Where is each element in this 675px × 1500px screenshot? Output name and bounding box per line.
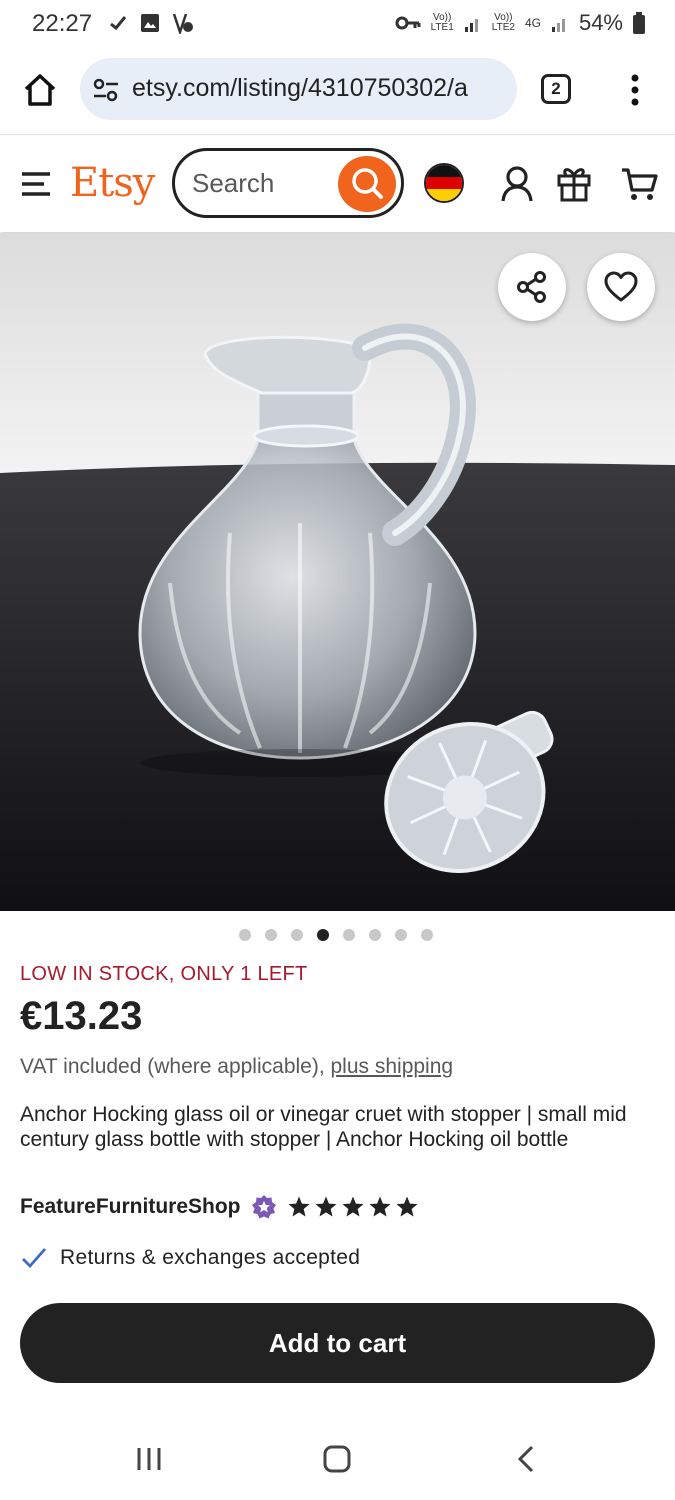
star-seller-badge-icon	[251, 1195, 276, 1219]
favorite-button[interactable]	[587, 253, 655, 321]
recent-apps-icon[interactable]	[135, 1446, 163, 1472]
heart-icon	[604, 271, 638, 302]
star-icon	[315, 1196, 337, 1217]
star-icon	[288, 1196, 310, 1217]
status-icons-right: Vo)) LTE1 Vo)) LTE2 4G 54%	[395, 10, 645, 36]
check-icon	[110, 16, 127, 31]
search-button[interactable]	[338, 156, 396, 212]
gift-icon[interactable]	[556, 164, 592, 202]
back-icon[interactable]	[514, 1444, 538, 1474]
carousel-dot[interactable]	[343, 929, 355, 941]
network-label: 4G	[524, 16, 541, 30]
cart-icon[interactable]	[620, 166, 658, 202]
price: €13.23	[20, 994, 143, 1038]
etsy-logo[interactable]: Etsy	[70, 160, 155, 206]
hamburger-menu-icon[interactable]	[20, 170, 52, 198]
shipping-link[interactable]: plus shipping	[331, 1055, 454, 1078]
status-icons-left	[108, 12, 194, 34]
vpn-icon	[172, 13, 193, 34]
share-button[interactable]	[498, 253, 566, 321]
star-icon	[396, 1196, 418, 1217]
key-icon	[395, 16, 421, 30]
carousel-dot[interactable]	[239, 929, 251, 941]
status-time: 22:27	[32, 10, 93, 37]
checkmark-icon	[22, 1248, 47, 1269]
vat-info: VAT included (where applicable), plus sh…	[20, 1055, 453, 1079]
returns-row: Returns & exchanges accepted	[20, 1244, 360, 1272]
vat-text: VAT included (where applicable),	[20, 1055, 331, 1078]
account-icon[interactable]	[500, 165, 534, 203]
search-input[interactable]	[192, 166, 332, 200]
carousel-dot[interactable]	[369, 929, 381, 941]
add-to-cart-button[interactable]: Add to cart	[20, 1303, 655, 1383]
carousel-dot[interactable]	[421, 929, 433, 941]
home-nav-icon[interactable]	[322, 1444, 352, 1474]
carousel-dot-active[interactable]	[317, 929, 329, 941]
battery-text: 54%	[578, 10, 623, 35]
battery-icon	[633, 12, 645, 34]
star-icon	[369, 1196, 391, 1217]
stock-notice: LOW IN STOCK, ONLY 1 LEFT	[20, 963, 308, 985]
signal-icon-2	[551, 19, 565, 32]
carousel-dot[interactable]	[265, 929, 277, 941]
rating-stars[interactable]	[287, 1195, 419, 1219]
sim2-label: Vo)) LTE2	[491, 12, 515, 33]
image-carousel-dots	[239, 929, 433, 941]
product-image[interactable]	[0, 233, 675, 911]
carousel-dot[interactable]	[395, 929, 407, 941]
image-icon	[141, 14, 159, 32]
browser-menu-icon[interactable]	[620, 72, 650, 108]
carousel-dot[interactable]	[291, 929, 303, 941]
sim1-label: Vo)) LTE1	[430, 12, 454, 33]
tab-switcher-button[interactable]: 2	[541, 74, 571, 104]
returns-text: Returns & exchanges accepted	[60, 1246, 361, 1269]
region-flag-icon[interactable]	[424, 163, 464, 203]
search-icon	[352, 168, 383, 199]
share-icon	[517, 271, 546, 303]
shop-row: FeatureFurnitureShop	[20, 1194, 419, 1220]
product-title: Anchor Hocking glass oil or vinegar crue…	[20, 1103, 627, 1151]
signal-icon	[464, 19, 478, 32]
url-text[interactable]: etsy.com/listing/4310750302/a	[132, 74, 507, 103]
site-settings-icon[interactable]	[92, 76, 120, 104]
star-icon	[342, 1196, 364, 1217]
home-icon[interactable]	[22, 72, 58, 108]
shop-name[interactable]: FeatureFurnitureShop	[20, 1195, 241, 1219]
